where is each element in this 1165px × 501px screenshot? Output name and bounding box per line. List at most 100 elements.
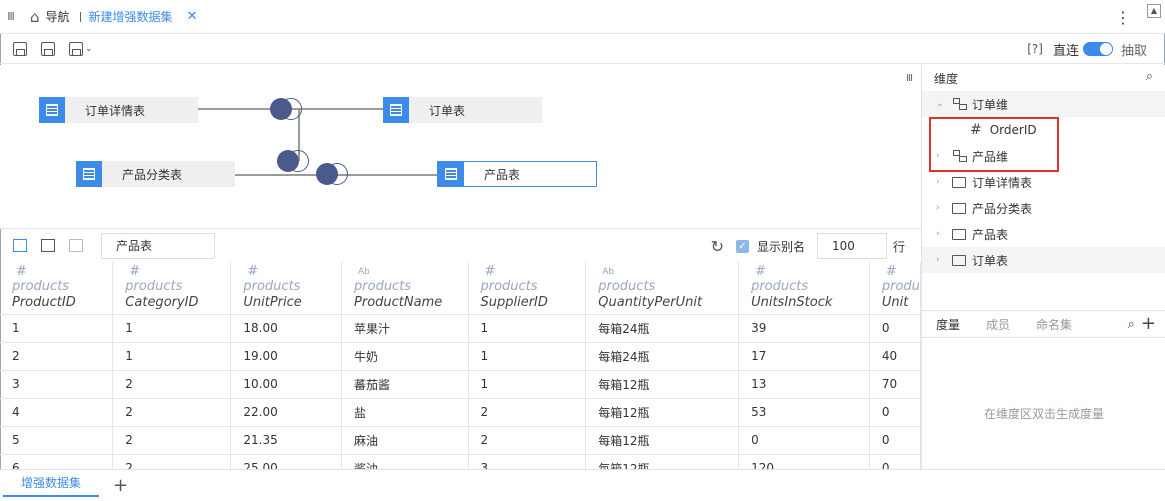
sheet-tab-bar: 增强数据集 + <box>0 469 1165 501</box>
chevron-down-icon[interactable]: ⌄ <box>85 44 93 54</box>
column-table-name: produ <box>881 279 920 294</box>
column-table-name: products <box>354 279 412 294</box>
tab-named-sets[interactable]: 命名集 <box>1036 316 1074 333</box>
chevron-right-icon[interactable]: › <box>936 177 946 187</box>
table-cell: 每箱12瓶 <box>585 370 740 399</box>
save-icon[interactable] <box>13 41 27 56</box>
tree-item-label: 产品分类表 <box>972 201 1033 216</box>
table-cell: 每箱12瓶 <box>585 426 740 455</box>
import-icon[interactable] <box>69 41 83 56</box>
table-icon <box>76 161 102 187</box>
table-node-label: 订单详情表 <box>85 103 146 118</box>
table-cell: 2 <box>112 454 232 469</box>
column-header[interactable]: # products CategoryID <box>112 262 232 315</box>
panel-toggle-icon[interactable]: Ⅲ <box>2 10 20 23</box>
column-header[interactable]: # produ Unit <box>869 262 921 315</box>
preview-options: ↻ ✓ 显示别名 100 行 <box>711 229 905 263</box>
tab-enhanced-dataset[interactable]: 增强数据集 <box>3 470 99 497</box>
column-field-name: Unit <box>881 295 909 310</box>
chevron-down-icon[interactable]: ⌄ <box>936 99 946 109</box>
chevron-right-icon[interactable]: › <box>936 255 946 265</box>
folder-icon <box>952 202 966 214</box>
show-alias-checkbox[interactable]: ✓ <box>735 239 749 253</box>
search-icon[interactable]: ⌕ <box>1146 69 1153 84</box>
direct-mode-label: 直连 <box>1052 43 1079 59</box>
collapse-panel-icon[interactable]: Ⅲ <box>906 73 913 84</box>
column-table-name: products <box>480 279 538 294</box>
column-field-name: CategoryID <box>125 295 199 310</box>
table-node-order-details[interactable]: 订单详情表 <box>39 97 198 123</box>
table-icon <box>39 97 65 123</box>
join-icon[interactable] <box>316 163 348 185</box>
search-icon[interactable]: ⌕ <box>1128 317 1135 332</box>
chevron-right-icon[interactable]: › <box>936 229 946 239</box>
column-header[interactable]: # products UnitsInStock <box>738 262 870 315</box>
mode-toggle[interactable] <box>1082 42 1113 56</box>
table-row[interactable]: 4 2 22.00 盐 2 每箱12瓶 53 0 <box>0 398 921 427</box>
tab-new-enhanced-dataset[interactable]: 新建增强数据集 <box>89 8 173 25</box>
text-type-icon: Ab <box>602 267 615 277</box>
table-cell: 39 <box>738 314 870 343</box>
refresh-icon[interactable]: ↻ <box>711 237 724 256</box>
table-node-orders[interactable]: 订单表 <box>383 97 542 123</box>
table-row[interactable]: 5 2 21.35 麻油 2 每箱12瓶 0 0 <box>0 426 921 455</box>
dimension-icon <box>952 98 967 110</box>
column-field-name: UnitPrice <box>243 295 302 310</box>
table-node-products[interactable]: 产品表 <box>437 161 597 187</box>
dataset-toolbar: ⌄ [?] 直连 抽取 <box>0 34 1165 64</box>
column-table-name: products <box>751 279 809 294</box>
tree-item-label: 订单详情表 <box>972 175 1033 190</box>
table-node-product-category[interactable]: 产品分类表 <box>76 161 235 187</box>
table-icon <box>438 161 464 187</box>
nav-tab-label[interactable]: 导航 <box>46 8 70 25</box>
table-cell: 1 <box>468 370 587 399</box>
column-header[interactable]: # products SupplierID <box>468 262 587 315</box>
table-row[interactable]: 1 1 18.00 苹果汁 1 每箱24瓶 39 0 <box>0 314 921 343</box>
column-header[interactable]: # products ProductID <box>0 262 114 315</box>
preview-toolbar: 产品表 ↻ ✓ 显示别名 100 行 <box>0 228 921 262</box>
folder-icon <box>952 176 966 188</box>
table-row[interactable]: 3 2 10.00 蕃茄酱 1 每箱12瓶 13 70 <box>0 370 921 399</box>
tree-item-product-category[interactable]: › 产品分类表 <box>922 195 1165 221</box>
table-name-field[interactable]: 产品表 <box>101 232 215 259</box>
table-cell: 0 <box>738 426 870 455</box>
help-button[interactable]: [?] <box>1027 42 1043 56</box>
close-tab-icon[interactable]: ✕ <box>187 9 198 24</box>
column-header[interactable]: # products UnitPrice <box>230 262 343 315</box>
join-icon[interactable] <box>270 98 302 120</box>
tree-item-orders[interactable]: › 订单表 <box>922 247 1165 273</box>
data-preview-grid: # products ProductID # products CategoryID # pr… <box>0 262 921 469</box>
join-icon[interactable] <box>277 150 309 172</box>
tab-separator <box>79 11 81 22</box>
column-header[interactable]: Ab products QuantityPerUnit <box>585 262 740 315</box>
sql-icon[interactable] <box>69 239 83 252</box>
table-cell: 4 <box>0 398 114 427</box>
preview-data-icon[interactable] <box>13 239 27 252</box>
table-row[interactable]: 2 1 19.00 牛奶 1 每箱24瓶 17 40 <box>0 342 921 371</box>
table-cell: 盐 <box>341 398 469 427</box>
table-row[interactable]: 6 2 25.00 酱油 3 每箱12瓶 120 0 <box>0 454 921 469</box>
number-type-icon: # <box>885 264 897 279</box>
tab-members[interactable]: 成员 <box>986 316 1024 333</box>
row-count-input[interactable]: 100 <box>816 233 887 259</box>
table-cell: 2 <box>468 426 587 455</box>
add-icon[interactable]: + <box>1141 315 1156 333</box>
home-icon[interactable]: ⌂ <box>30 8 40 26</box>
tree-item-order-dimension[interactable]: ⌄ 订单维 <box>922 91 1165 117</box>
table-cell: 21.35 <box>230 426 343 455</box>
table-cell: 1 <box>112 314 232 343</box>
scroll-up-icon[interactable]: ▲ <box>1147 4 1161 18</box>
table-cell: 18.00 <box>230 314 343 343</box>
table-cell: 70 <box>869 370 921 399</box>
tree-item-products[interactable]: › 产品表 <box>922 221 1165 247</box>
tree-item-order-details[interactable]: › 订单详情表 <box>922 169 1165 195</box>
more-menu-icon[interactable]: ⋮ <box>1115 8 1131 27</box>
table-settings-icon[interactable] <box>41 239 55 252</box>
chevron-right-icon[interactable]: › <box>936 203 946 213</box>
add-sheet-button[interactable]: + <box>113 475 128 496</box>
table-cell: 0 <box>869 314 921 343</box>
tab-measure[interactable]: 度量 <box>936 316 974 333</box>
column-header[interactable]: Ab products ProductName <box>341 262 469 315</box>
save-as-icon[interactable] <box>41 41 55 56</box>
table-node-label: 订单表 <box>429 103 466 118</box>
